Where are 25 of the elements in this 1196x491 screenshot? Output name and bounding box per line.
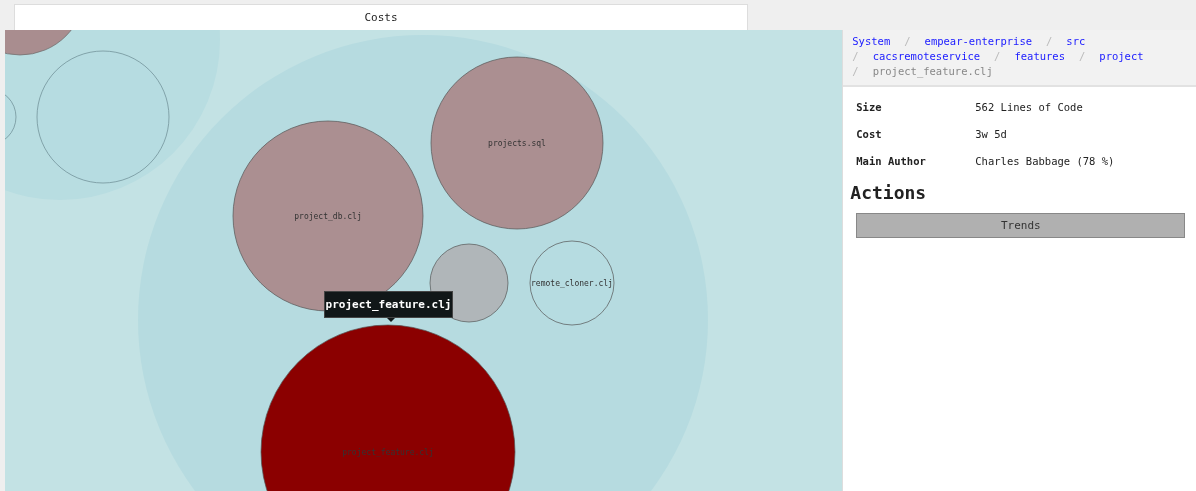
- breadcrumb-link[interactable]: src: [1066, 35, 1086, 48]
- file-label: remote_cloner.clj: [531, 279, 613, 288]
- file-label: project_db.clj: [294, 212, 362, 221]
- trends-button[interactable]: Trends: [856, 213, 1186, 238]
- breadcrumb-separator: /: [852, 50, 859, 63]
- breadcrumb-separator: /: [1046, 35, 1053, 48]
- detail-label: Main Author: [856, 154, 927, 167]
- breadcrumb-link[interactable]: features: [1014, 50, 1065, 63]
- breadcrumb-link[interactable]: System: [852, 35, 891, 48]
- detail-value: 3w 5d: [975, 127, 1007, 140]
- breadcrumb-separator: /: [852, 65, 859, 78]
- breadcrumb-link[interactable]: cacsremoteservice: [872, 50, 981, 63]
- file-label: projects.sql: [488, 139, 546, 148]
- breadcrumb-link[interactable]: project: [1099, 50, 1144, 63]
- actions-heading: Actions: [850, 182, 928, 203]
- detail-value: Charles Babbage (78 %): [975, 154, 1115, 167]
- detail-label: Size: [856, 100, 883, 113]
- detail-label: Cost: [856, 127, 883, 140]
- detail-value: 562 Lines of Code: [975, 100, 1083, 113]
- breadcrumb-link[interactable]: empear-enterprise: [924, 35, 1033, 48]
- breadcrumb-separator: /: [1079, 50, 1086, 63]
- file-label: project_feature.clj: [342, 448, 434, 457]
- breadcrumb-separator: /: [994, 50, 1001, 63]
- breadcrumb-separator: /: [904, 35, 911, 48]
- tab[interactable]: Costs: [14, 4, 748, 30]
